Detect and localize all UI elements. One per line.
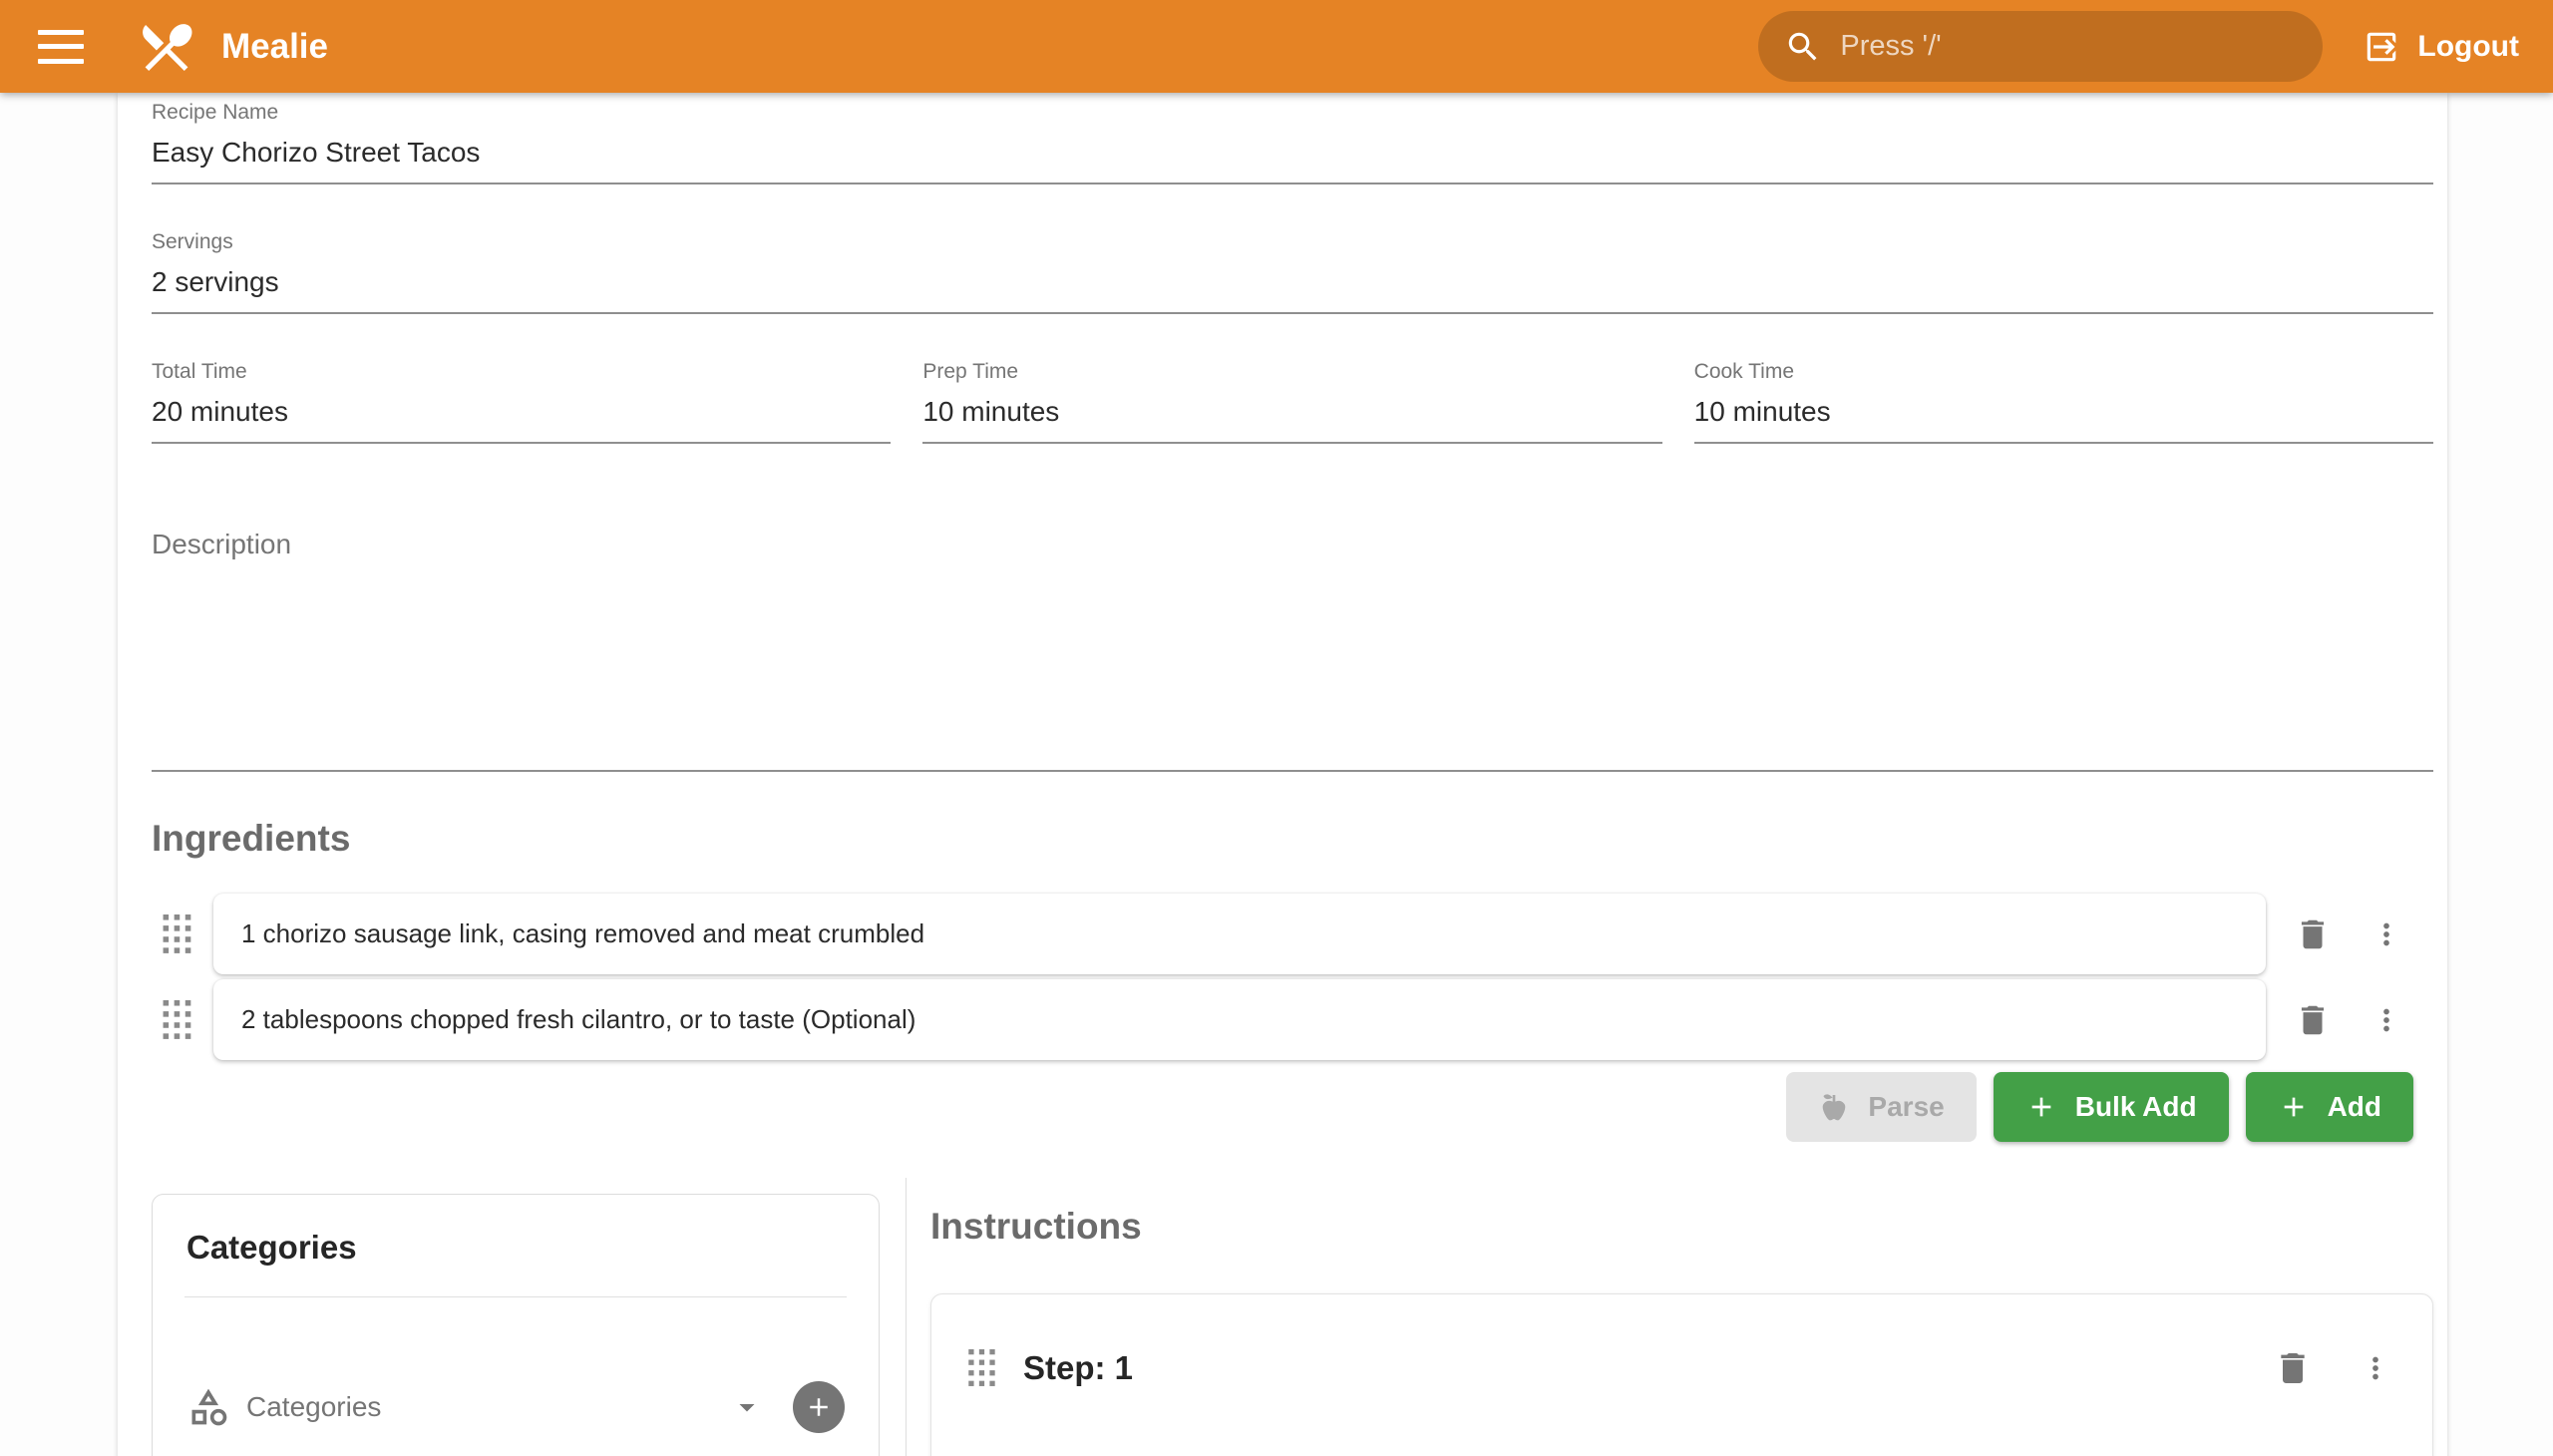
lower-section: Categories Categories: [152, 1178, 2433, 1456]
hamburger-menu-icon[interactable]: [38, 30, 84, 64]
app-bar: Mealie Logout: [0, 0, 2553, 93]
recipe-name-input[interactable]: [152, 137, 2433, 169]
servings-field: Servings: [152, 230, 2433, 314]
kebab-menu-icon: [2370, 1003, 2403, 1037]
times-row: Total Time Prep Time Cook Time: [152, 360, 2433, 444]
trash-icon: [2294, 1001, 2332, 1039]
prep-time-label: Prep Time: [922, 360, 1661, 384]
total-time-field: Total Time: [152, 360, 891, 444]
app-title: Mealie: [221, 27, 328, 67]
recipe-editor-card: Recipe Name Servings Total Time Prep Tim…: [118, 93, 2447, 1456]
delete-ingredient-button[interactable]: [2290, 911, 2336, 957]
instructions-heading: Instructions: [930, 1206, 2433, 1248]
delete-ingredient-button[interactable]: [2290, 997, 2336, 1043]
categories-select-label: Categories: [246, 1391, 729, 1423]
instructions-column: Instructions Step: 1: [907, 1178, 2433, 1456]
trash-icon: [2294, 915, 2332, 953]
drag-handle-icon[interactable]: [967, 1349, 999, 1387]
description-textarea[interactable]: [152, 570, 2433, 766]
ingredient-card: [213, 979, 2266, 1060]
cook-time-label: Cook Time: [1694, 360, 2433, 384]
ingredient-card: [213, 894, 2266, 974]
plus-icon: [2278, 1091, 2310, 1123]
step-title: Step: 1: [1023, 1349, 2269, 1387]
bulk-add-button[interactable]: Bulk Add: [1994, 1072, 2229, 1142]
description-label: Description: [152, 529, 2433, 560]
servings-input[interactable]: [152, 266, 2433, 298]
parse-label: Parse: [1868, 1091, 1944, 1123]
apple-icon: [1818, 1091, 1850, 1123]
parse-button[interactable]: Parse: [1786, 1072, 1976, 1142]
ingredient-row: [152, 979, 2433, 1060]
prep-time-field: Prep Time: [922, 360, 1661, 444]
kebab-menu-icon: [2359, 1351, 2392, 1385]
logout-button[interactable]: Logout: [2357, 18, 2525, 76]
shapes-icon: [186, 1385, 230, 1429]
categories-card: Categories Categories: [152, 1194, 880, 1456]
step-card: Step: 1 Combine crumbled chorizo and chi…: [930, 1293, 2433, 1456]
servings-label: Servings: [152, 230, 2433, 254]
step-menu-button[interactable]: [2355, 1347, 2396, 1389]
trash-icon: [2273, 1348, 2313, 1388]
drag-handle-icon[interactable]: [162, 914, 193, 954]
logout-icon: [2363, 28, 2400, 66]
search-box[interactable]: [1758, 11, 2323, 82]
ingredient-input[interactable]: [241, 1004, 2238, 1035]
add-category-button[interactable]: [793, 1381, 845, 1433]
description-field: Description: [152, 529, 2433, 772]
ingredient-row: [152, 894, 2433, 974]
logout-label: Logout: [2417, 30, 2519, 64]
chevron-down-icon[interactable]: [729, 1389, 765, 1425]
ingredient-list: [152, 894, 2433, 1060]
kebab-menu-icon: [2370, 917, 2403, 951]
plus-icon: [2025, 1091, 2057, 1123]
total-time-input[interactable]: [152, 396, 891, 428]
delete-step-button[interactable]: [2269, 1344, 2317, 1392]
cook-time-input[interactable]: [1694, 396, 2433, 428]
prep-time-input[interactable]: [922, 396, 1661, 428]
categories-card-title: Categories: [186, 1229, 849, 1267]
ingredient-actions: Parse Bulk Add Add: [152, 1072, 2433, 1142]
organizer-column: Categories Categories: [152, 1178, 907, 1456]
categories-divider: [184, 1296, 847, 1297]
recipe-name-label: Recipe Name: [152, 101, 2433, 125]
search-input[interactable]: [1840, 30, 2297, 63]
ingredients-heading: Ingredients: [152, 818, 2433, 860]
add-label: Add: [2328, 1091, 2381, 1123]
recipe-name-field: Recipe Name: [152, 101, 2433, 184]
mealie-logo-icon: [136, 16, 197, 78]
step-header: Step: 1: [967, 1344, 2396, 1392]
cook-time-field: Cook Time: [1694, 360, 2433, 444]
ingredient-menu-button[interactable]: [2366, 999, 2407, 1041]
categories-select[interactable]: Categories: [182, 1381, 849, 1433]
total-time-label: Total Time: [152, 360, 891, 384]
bulk-add-label: Bulk Add: [2075, 1091, 2197, 1123]
add-button[interactable]: Add: [2246, 1072, 2413, 1142]
plus-icon: [804, 1392, 834, 1422]
drag-handle-icon[interactable]: [162, 1000, 193, 1040]
search-icon: [1784, 28, 1822, 66]
ingredient-input[interactable]: [241, 918, 2238, 949]
ingredient-menu-button[interactable]: [2366, 913, 2407, 955]
